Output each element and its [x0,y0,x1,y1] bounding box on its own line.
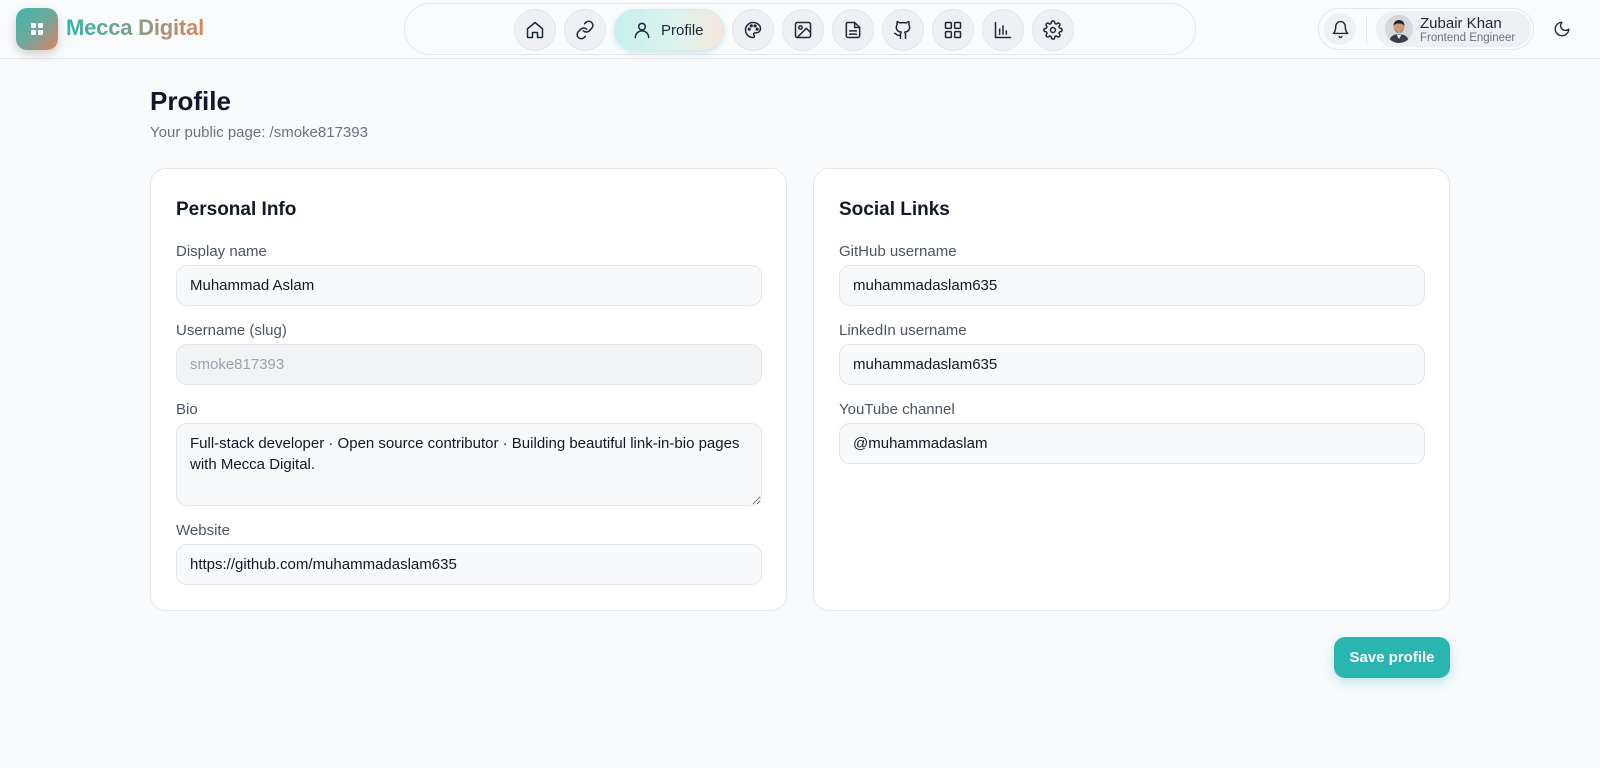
youtube-channel-input[interactable] [839,423,1425,464]
save-profile-button[interactable]: Save profile [1334,637,1450,678]
personal-info-title: Personal Info [176,199,297,220]
nav-pages-button[interactable] [832,9,874,51]
social-links-card: Social Links GitHub username LinkedIn us… [813,168,1450,611]
logo-grid-icon [31,23,43,35]
nav-appearance-button[interactable] [732,9,774,51]
palette-icon [744,21,762,39]
user-icon [634,22,650,39]
user-name: Zubair Khan [1420,15,1502,32]
youtube-channel-label: YouTube channel [839,401,955,418]
image-icon [794,21,812,39]
nav-apps-button[interactable] [932,9,974,51]
home-icon [526,21,544,39]
linkedin-username-input[interactable] [839,344,1425,385]
link-icon [576,20,594,40]
app-logo[interactable] [16,8,58,50]
user-area: Zubair Khan Frontend Engineer [1318,8,1534,50]
display-name-label: Display name [176,243,267,260]
grid-icon [944,21,962,39]
user-role: Frontend Engineer [1420,32,1516,44]
user-divider [1366,17,1367,43]
chart-icon [994,21,1012,39]
user-menu-button[interactable]: Zubair Khan Frontend Engineer [1376,11,1531,47]
social-links-title: Social Links [839,199,950,220]
website-label: Website [176,522,230,539]
username-input [176,344,762,385]
document-icon [845,21,861,39]
brand-name: Mecca Digital [66,15,205,40]
moon-icon [1554,21,1570,37]
nav-links-button[interactable] [564,9,606,51]
linkedin-username-label: LinkedIn username [839,322,967,339]
public-page-path: Your public page: /smoke817393 [150,124,368,141]
avatar [1385,15,1413,43]
nav-media-button[interactable] [782,9,824,51]
avatar-portrait-icon [1385,15,1413,43]
nav-github-button[interactable] [882,9,924,51]
theme-toggle-button[interactable] [1552,19,1572,39]
github-username-label: GitHub username [839,243,957,260]
display-name-input[interactable] [176,265,762,306]
bell-icon [1332,20,1348,38]
github-username-input[interactable] [839,265,1425,306]
nav-profile-button[interactable]: Profile [614,9,724,51]
nav-analytics-button[interactable] [982,9,1024,51]
top-bar: Mecca Digital Profile Zubair Khan Fronte… [0,0,1600,59]
username-label: Username (slug) [176,322,287,339]
nav-home-button[interactable] [514,9,556,51]
github-icon [893,20,911,40]
bio-textarea[interactable]: Full-stack developer · Open source contr… [176,423,762,506]
website-input[interactable] [176,544,762,585]
nav-settings-button[interactable] [1032,9,1074,51]
gear-icon [1043,20,1063,40]
page-title: Profile [150,86,231,116]
personal-info-card: Personal Info Display name Username (slu… [150,168,787,611]
nav-profile-label: Profile [661,21,704,39]
bio-label: Bio [176,401,198,418]
main-nav: Profile [404,3,1196,55]
notifications-button[interactable] [1324,13,1356,45]
